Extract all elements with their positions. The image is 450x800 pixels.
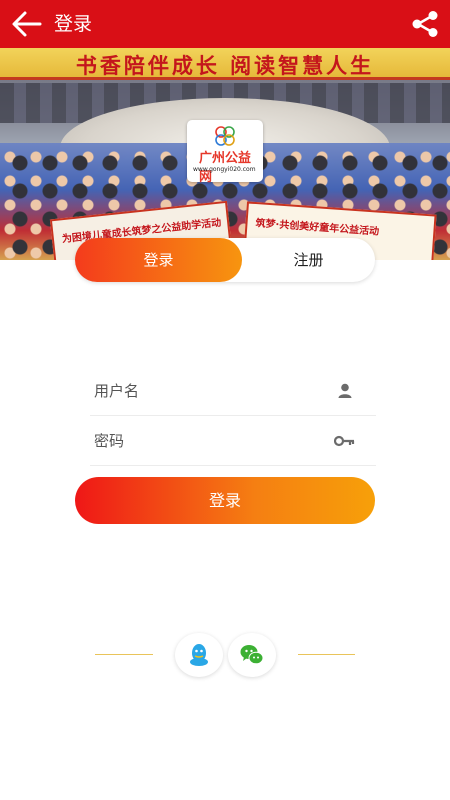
share-icon	[412, 11, 438, 37]
user-icon	[338, 383, 352, 398]
login-register-tabs: 登录 注册	[75, 238, 375, 282]
password-input[interactable]	[94, 428, 324, 454]
password-field	[90, 418, 376, 466]
slogan-text: 书香陪伴成长 阅读智慧人生	[75, 54, 375, 78]
qq-login-button[interactable]	[175, 633, 223, 677]
tab-login[interactable]: 登录	[75, 238, 242, 282]
wechat-icon	[240, 645, 264, 665]
flower-logo-icon	[215, 126, 235, 146]
tab-register[interactable]: 注册	[242, 238, 375, 282]
divider-right	[298, 654, 355, 655]
top-bar: 登录	[0, 0, 450, 48]
logo: 广州公益网 www.gongyi020.com	[187, 120, 263, 185]
page-title: 登录	[54, 13, 93, 35]
username-input[interactable]	[94, 378, 324, 404]
qq-icon	[190, 644, 208, 666]
login-button[interactable]: 登录	[75, 477, 375, 524]
username-field	[90, 368, 376, 416]
key-icon	[334, 435, 355, 447]
divider-left	[95, 654, 153, 655]
back-button[interactable]	[10, 8, 44, 40]
share-button[interactable]	[410, 9, 440, 39]
arrow-left-icon	[12, 11, 42, 37]
wechat-login-button[interactable]	[228, 633, 276, 677]
slogan-banner: 书香陪伴成长 阅读智慧人生	[0, 48, 450, 80]
logo-url-text: www.gongyi020.com	[193, 166, 256, 173]
